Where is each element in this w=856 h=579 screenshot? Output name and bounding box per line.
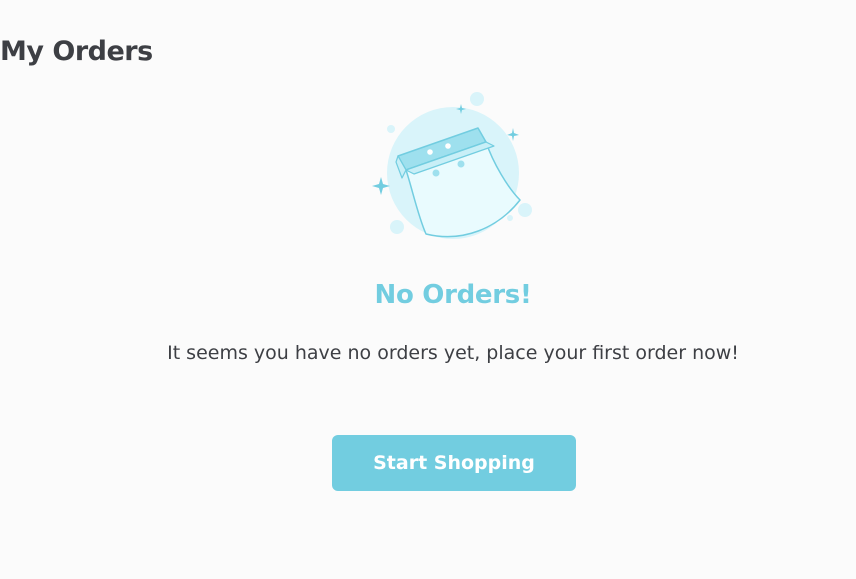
empty-state-title: No Orders! [374,280,532,310]
empty-state-message: It seems you have no orders yet, place y… [167,342,739,364]
orders-page: My Orders No Orders! It seems you have n… [0,0,856,579]
shopping-bag-icon [372,92,532,239]
start-shopping-button[interactable]: Start Shopping [332,435,576,491]
page-title: My Orders [0,36,153,67]
